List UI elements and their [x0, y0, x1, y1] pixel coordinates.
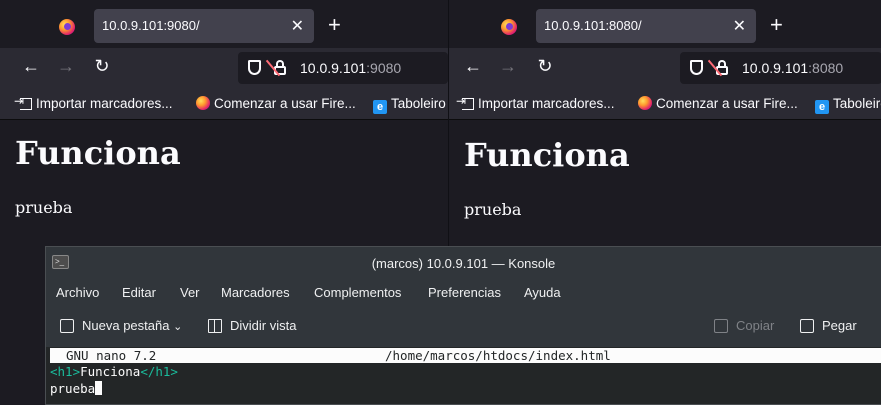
code-line: <h1>Funciona</h1> — [50, 364, 178, 379]
menu-ver[interactable]: Ver — [180, 285, 200, 300]
tab-active[interactable]: 10.0.9.101:8080/ ✕ — [536, 9, 756, 43]
url-bar[interactable]: 10.0.9.101:9080 — [238, 52, 448, 84]
tab-title: 10.0.9.101:8080/ — [544, 18, 642, 33]
new-tab-button[interactable]: + — [328, 12, 341, 38]
page-paragraph: prueba — [464, 200, 522, 219]
html-tag: <h1> — [50, 364, 81, 379]
menu-ayuda[interactable]: Ayuda — [524, 285, 561, 300]
url-port: :8080 — [808, 60, 844, 76]
firefox-icon — [501, 19, 517, 35]
import-icon — [456, 94, 474, 110]
bookmark-label: Importar marcadores... — [36, 96, 173, 111]
page-heading: Funciona — [464, 136, 630, 174]
nano-header: GNU nano 7.2 /home/marcos/htdocs/index.h… — [50, 348, 881, 363]
tab-active[interactable]: 10.0.9.101:9080/ ✕ — [94, 9, 314, 43]
url-text: 10.0.9.101:9080 — [300, 60, 401, 76]
shield-icon[interactable] — [690, 60, 703, 75]
close-icon[interactable]: ✕ — [291, 16, 304, 36]
firefox-icon — [59, 19, 75, 35]
paste-label: Pegar — [822, 318, 857, 333]
forward-icon[interactable]: → — [496, 56, 520, 77]
shield-icon[interactable] — [248, 60, 261, 75]
tab-strip: 10.0.9.101:8080/ ✕ + — [449, 0, 881, 48]
code-line: prueba — [50, 381, 103, 396]
firefox-icon — [638, 96, 652, 110]
navigation-toolbar: ← → ↻ 10.0.9.101:8080 — [449, 48, 881, 88]
reload-icon[interactable]: ↻ — [90, 56, 114, 77]
page-paragraph: prueba — [15, 198, 73, 217]
close-icon[interactable]: ✕ — [733, 16, 746, 36]
code-text: prueba — [50, 381, 96, 396]
tab-strip: 10.0.9.101:9080/ ✕ + — [0, 0, 448, 48]
bookmarks-toolbar: Importar marcadores... Comenzar a usar F… — [449, 88, 881, 120]
bookmark-import[interactable]: Importar marcadores... — [456, 94, 615, 111]
bookmark-label: Comenzar a usar Fire... — [656, 96, 798, 111]
konsole-titlebar[interactable]: >_ (marcos) 10.0.9.101 — Konsole — [46, 247, 881, 280]
menu-marcadores[interactable]: Marcadores — [221, 285, 290, 300]
konsole-toolbar: Nueva pestaña ⌄ Dividir vista Copiar Peg… — [46, 307, 881, 348]
paste-icon — [800, 319, 814, 333]
menu-preferencias[interactable]: Preferencias — [428, 285, 501, 300]
url-port: :9080 — [366, 60, 402, 76]
import-icon — [14, 94, 32, 110]
bookmark-label: Taboleiro — [833, 96, 881, 111]
menu-editar[interactable]: Editar — [122, 285, 156, 300]
window-title: (marcos) 10.0.9.101 — Konsole — [371, 256, 556, 271]
bookmark-label: Taboleiro — [391, 96, 446, 111]
split-view-button[interactable]: Dividir vista — [208, 318, 296, 333]
reload-icon[interactable]: ↻ — [533, 56, 557, 77]
nano-filename: /home/marcos/htdocs/index.html — [385, 348, 611, 363]
url-host: 10.0.9.101 — [742, 60, 809, 76]
text-cursor — [95, 381, 103, 395]
back-icon[interactable]: ← — [461, 56, 485, 77]
new-tab-button[interactable]: Nueva pestaña ⌄ — [60, 318, 182, 333]
new-tab-button[interactable]: + — [770, 12, 783, 38]
tab-title: 10.0.9.101:9080/ — [102, 18, 200, 33]
konsole-menubar: Archivo Editar Ver Marcadores Complement… — [46, 280, 881, 307]
html-tag: </h1> — [140, 364, 178, 379]
bookmarks-toolbar: Importar marcadores... Comenzar a usar F… — [0, 88, 448, 120]
edge-icon: e — [815, 100, 829, 114]
new-tab-label: Nueva pestaña — [82, 318, 170, 333]
bookmark-getting-started[interactable]: Comenzar a usar Fire... — [638, 96, 798, 111]
konsole-window: >_ (marcos) 10.0.9.101 — Konsole Archivo… — [45, 246, 881, 405]
chevron-down-icon[interactable]: ⌄ — [173, 321, 182, 333]
bookmark-label: Importar marcadores... — [478, 96, 615, 111]
copy-icon — [714, 319, 728, 333]
url-host: 10.0.9.101 — [300, 60, 367, 76]
firefox-menu-button[interactable] — [492, 10, 526, 44]
edge-icon: e — [373, 100, 387, 114]
split-view-label: Dividir vista — [230, 318, 297, 333]
back-icon[interactable]: ← — [19, 56, 43, 77]
copy-label: Copiar — [736, 318, 775, 333]
firefox-menu-button[interactable] — [50, 10, 84, 44]
bookmark-import[interactable]: Importar marcadores... — [14, 94, 173, 111]
bookmark-getting-started[interactable]: Comenzar a usar Fire... — [196, 96, 356, 111]
bookmark-taboleiro[interactable]: e Taboleiro — [373, 96, 446, 114]
page-heading: Funciona — [15, 134, 181, 172]
nano-version: GNU nano 7.2 — [66, 348, 157, 363]
split-view-icon — [208, 319, 222, 333]
code-text: Funciona — [80, 364, 141, 379]
navigation-toolbar: ← → ↻ 10.0.9.101:9080 — [0, 48, 448, 88]
forward-icon[interactable]: → — [54, 56, 78, 77]
url-bar[interactable]: 10.0.9.101:8080 — [680, 52, 881, 84]
new-tab-icon — [60, 319, 74, 333]
terminal-area[interactable]: GNU nano 7.2 /home/marcos/htdocs/index.h… — [46, 347, 881, 404]
menu-complementos[interactable]: Complementos — [314, 285, 401, 300]
bookmark-label: Comenzar a usar Fire... — [214, 96, 356, 111]
copy-button[interactable]: Copiar — [714, 318, 774, 333]
url-text: 10.0.9.101:8080 — [742, 60, 843, 76]
paste-button[interactable]: Pegar — [800, 318, 857, 333]
firefox-icon — [196, 96, 210, 110]
bookmark-taboleiro[interactable]: e Taboleiro — [815, 96, 881, 114]
menu-archivo[interactable]: Archivo — [56, 285, 99, 300]
